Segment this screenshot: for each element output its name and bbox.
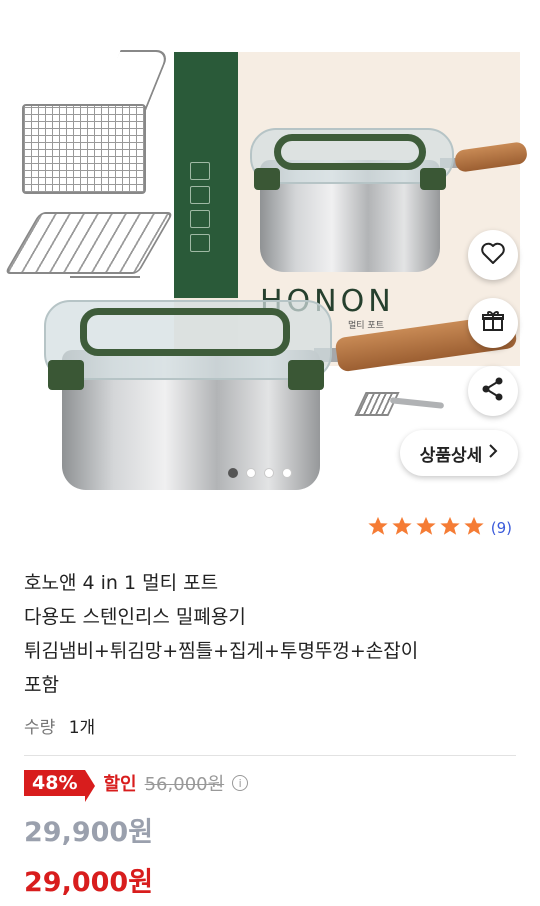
carousel-dot[interactable] — [282, 468, 292, 478]
heart-icon — [480, 241, 506, 269]
carousel-indicator — [228, 468, 292, 478]
product-title-line: 호노앤 4 in 1 멀티 포트 — [24, 572, 219, 594]
carousel-dot[interactable] — [228, 468, 238, 478]
original-price: 56,000원 — [144, 774, 225, 795]
chevron-right-icon — [488, 443, 498, 463]
steam-rack-legs — [70, 266, 140, 278]
share-button[interactable] — [468, 366, 518, 416]
fry-basket-handle — [95, 50, 171, 112]
product-title-line: 튀김냄비+튀김망+찜틀+집게+투명뚜껑+손잡이 — [24, 640, 419, 662]
box-icon-strip — [190, 162, 218, 252]
pot-image-back — [250, 120, 529, 272]
quantity-value: 1개 — [68, 718, 96, 738]
product-title-line: 다용도 스텐인리스 밀폐용기 — [24, 606, 246, 628]
wishlist-button[interactable] — [468, 230, 518, 280]
quantity-label: 수량 — [24, 718, 56, 738]
carousel-dot[interactable] — [264, 468, 274, 478]
gift-button[interactable] — [468, 298, 518, 348]
product-detail-button[interactable]: 상품상세 — [400, 430, 518, 476]
star-icon — [367, 515, 389, 541]
product-title: 호노앤 4 in 1 멀티 포트 다용도 스텐인리스 밀폐용기 튀김냄비+튀김망… — [24, 566, 524, 702]
rating-summary[interactable]: (9) — [367, 515, 512, 541]
quantity-row: 수량 1개 — [24, 713, 95, 738]
product-title-line: 포함 — [24, 674, 59, 696]
gift-icon — [480, 308, 506, 338]
product-detail-label: 상품상세 — [419, 445, 483, 466]
sale-price: 29,900원 — [24, 817, 154, 848]
divider — [24, 755, 516, 756]
discount-badge: 48% — [24, 770, 97, 802]
final-price: 29,000원 — [24, 867, 154, 898]
star-icon — [439, 515, 461, 541]
product-image-carousel[interactable]: HONON 멀티 포트 상품상세 — [0, 0, 540, 490]
steam-rack-image — [4, 212, 174, 274]
star-icon — [415, 515, 437, 541]
star-icon — [463, 515, 485, 541]
carousel-dot[interactable] — [246, 468, 256, 478]
share-icon — [480, 376, 506, 406]
tongs-image — [354, 392, 445, 416]
fry-basket-image — [22, 104, 146, 194]
discount-label: 할인 — [103, 774, 137, 795]
star-icon — [391, 515, 413, 541]
discount-row: 48% 할인 56,000원 i — [24, 770, 249, 802]
review-count[interactable]: (9) — [491, 519, 512, 537]
info-icon[interactable]: i — [232, 775, 249, 791]
